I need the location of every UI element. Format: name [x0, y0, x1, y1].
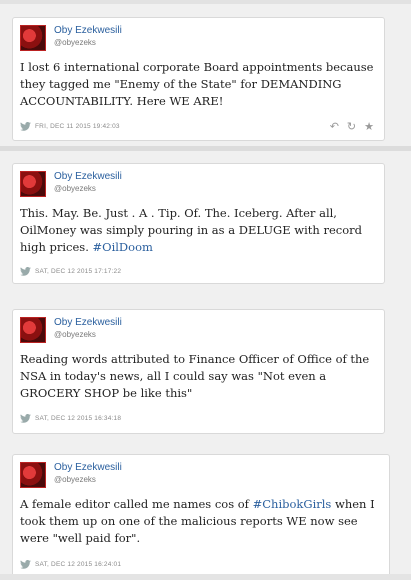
twitter-bird-icon [20, 122, 31, 131]
tweet-text-body: I lost 6 international corporate Board a… [20, 60, 374, 108]
tweet-timestamp[interactable]: SAT, DEC 12 2015 17:17:22 [35, 268, 121, 275]
tweet-text: Reading words attributed to Finance Offi… [20, 351, 380, 402]
author-name[interactable]: Oby Ezekwesili [54, 317, 122, 328]
tweet-timestamp[interactable]: FRI, DEC 11 2015 19:42:03 [35, 123, 120, 130]
retweet-icon[interactable]: ↻ [347, 120, 356, 133]
tweet-text-body: This. May. Be. Just . A . Tip. Of. The. … [20, 206, 363, 254]
author-handle[interactable]: @obyezeks [54, 38, 96, 47]
avatar[interactable] [20, 171, 46, 197]
hashtag-link[interactable]: #ChibokGirls [253, 497, 332, 511]
horizontal-scrollbar[interactable] [0, 574, 411, 580]
tweet-timestamp[interactable]: SAT, DEC 12 2015 16:24:01 [35, 561, 121, 568]
author-handle[interactable]: @obyezeks [54, 184, 96, 193]
author-name[interactable]: Oby Ezekwesili [54, 171, 122, 182]
author-name[interactable]: Oby Ezekwesili [54, 462, 122, 473]
tweet-text: This. May. Be. Just . A . Tip. Of. The. … [20, 205, 380, 256]
tweet-card[interactable]: Oby Ezekwesili @obyezeks This. May. Be. … [12, 163, 385, 284]
tweet-actions: ↶ ↻ ★ [330, 120, 374, 133]
tweet-meta: FRI, DEC 11 2015 19:42:03 [20, 122, 120, 131]
twitter-bird-icon [20, 267, 31, 276]
tweet-meta: SAT, DEC 12 2015 16:34:18 [20, 414, 121, 423]
avatar[interactable] [20, 317, 46, 343]
hashtag-link[interactable]: #OilDoom [93, 240, 153, 254]
tweet-meta: SAT, DEC 12 2015 17:17:22 [20, 267, 121, 276]
tweet-text: I lost 6 international corporate Board a… [20, 59, 380, 110]
top-scroll-edge [0, 0, 411, 4]
tweet-meta: SAT, DEC 12 2015 16:24:01 [20, 560, 121, 569]
author-handle[interactable]: @obyezeks [54, 330, 96, 339]
star-icon[interactable]: ★ [364, 120, 374, 133]
avatar[interactable] [20, 25, 46, 51]
tweet-text-body: Reading words attributed to Finance Offi… [20, 352, 370, 400]
avatar[interactable] [20, 462, 46, 488]
twitter-bird-icon [20, 414, 31, 423]
tweet-card[interactable]: Oby Ezekwesili @obyezeks A female editor… [12, 454, 390, 578]
author-handle[interactable]: @obyezeks [54, 475, 96, 484]
author-name[interactable]: Oby Ezekwesili [54, 25, 122, 36]
tweet-card[interactable]: Oby Ezekwesili @obyezeks I lost 6 intern… [12, 17, 385, 141]
twitter-bird-icon [20, 560, 31, 569]
divider [0, 146, 411, 151]
reply-icon[interactable]: ↶ [330, 120, 339, 133]
tweet-text: A female editor called me names cos of #… [20, 496, 380, 547]
tweet-card[interactable]: Oby Ezekwesili @obyezeks Reading words a… [12, 309, 385, 434]
tweet-text-body: A female editor called me names cos of [20, 497, 253, 511]
tweet-timestamp[interactable]: SAT, DEC 12 2015 16:34:18 [35, 415, 121, 422]
